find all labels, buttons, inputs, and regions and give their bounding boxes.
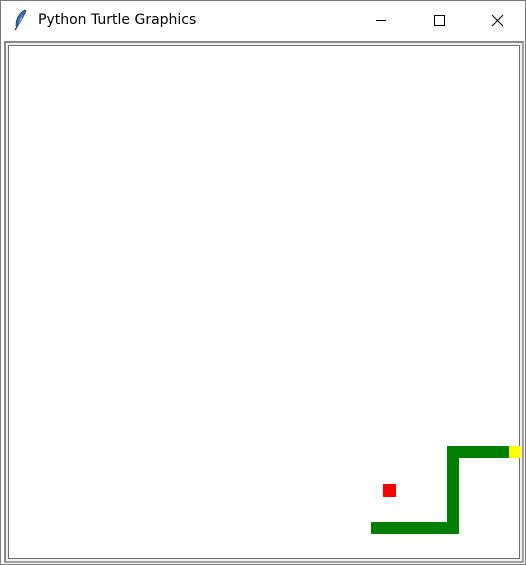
- minimize-button[interactable]: [352, 1, 410, 40]
- feather-icon: [11, 9, 31, 31]
- snake-body-top: [447, 446, 509, 458]
- snake-body-vertical: [447, 446, 459, 534]
- maximize-button[interactable]: [410, 1, 468, 40]
- snake-head: [509, 446, 521, 458]
- maximize-icon: [434, 15, 445, 26]
- window-title: Python Turtle Graphics: [38, 12, 197, 28]
- minimize-icon: [376, 20, 386, 21]
- snake-body-bottom: [371, 522, 459, 534]
- canvas-frame: [4, 41, 524, 563]
- title-bar[interactable]: Python Turtle Graphics: [1, 1, 525, 40]
- food-pellet: [383, 484, 396, 497]
- close-button[interactable]: [468, 1, 526, 40]
- turtle-window: Python Turtle Graphics: [0, 0, 526, 565]
- close-icon: [491, 14, 504, 27]
- game-canvas[interactable]: [8, 45, 521, 559]
